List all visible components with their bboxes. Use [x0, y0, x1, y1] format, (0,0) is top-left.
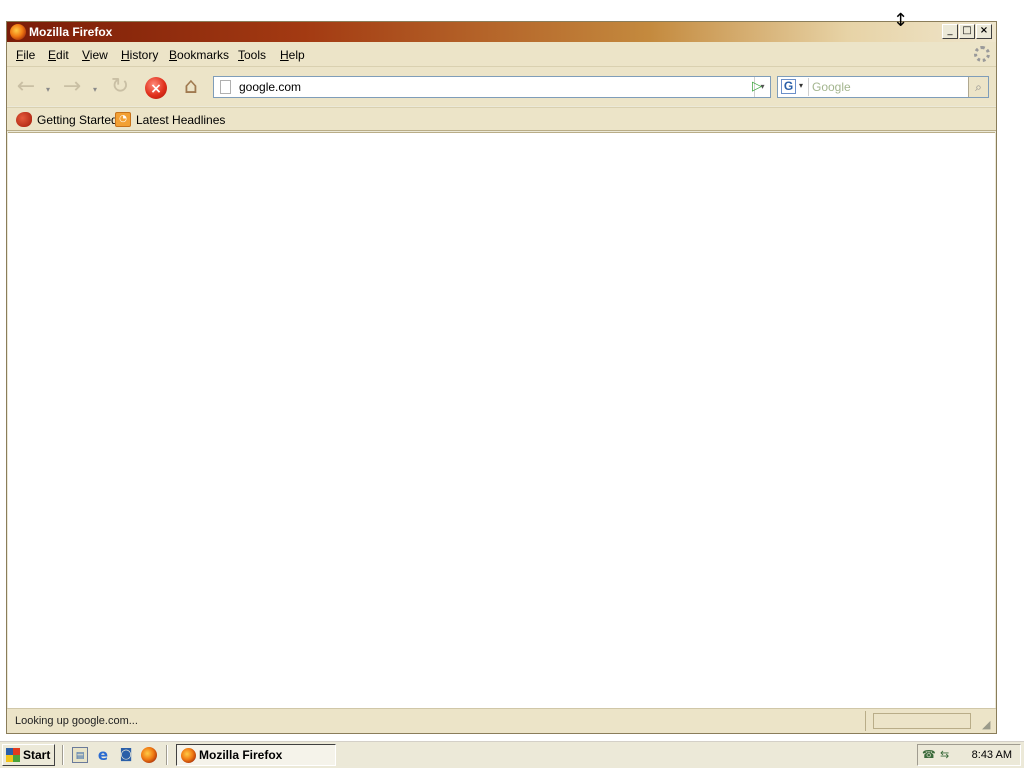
menu-tools[interactable]: Tools: [238, 48, 266, 62]
status-bar: Looking up google.com... ◢: [7, 708, 996, 733]
start-label: Start: [23, 748, 51, 762]
status-divider: [865, 711, 866, 731]
bookmarks-toolbar: Getting Started ◔ Latest Headlines: [7, 107, 996, 131]
show-desktop-icon[interactable]: ▤: [72, 747, 88, 763]
page-content-area[interactable]: [8, 132, 995, 708]
menu-bookmarks[interactable]: Bookmarks: [169, 48, 229, 62]
progress-panel: [873, 713, 971, 729]
home-button[interactable]: ⌂: [179, 75, 203, 99]
forward-button[interactable]: →: [60, 75, 84, 99]
menu-view[interactable]: View: [82, 48, 108, 62]
search-engine-selector[interactable]: G ▾: [779, 78, 809, 96]
chevron-down-icon: ▾: [799, 81, 804, 90]
taskbar: Start ▤ e ◙ Mozilla Firefox ☎ ⇆ 8:43 AM: [0, 740, 1024, 768]
getting-started-icon: [16, 112, 32, 128]
stop-button[interactable]: ×: [145, 77, 167, 99]
title-bar[interactable]: Mozilla Firefox _ □ ×: [7, 22, 996, 42]
menu-history[interactable]: History: [121, 48, 158, 62]
close-button[interactable]: ×: [976, 24, 992, 39]
firefox-quicklaunch-icon[interactable]: [141, 747, 157, 763]
media-player-icon[interactable]: ◙: [118, 747, 134, 763]
url-input[interactable]: google.com: [239, 80, 301, 94]
bookmark-getting-started[interactable]: Getting Started: [16, 112, 118, 128]
network-activity-icon[interactable]: ⇆: [940, 748, 956, 762]
menu-edit[interactable]: Edit: [48, 48, 69, 62]
bookmark-label: Latest Headlines: [136, 112, 226, 127]
quicklaunch-divider: [62, 745, 64, 765]
menu-bar: File Edit View History Bookmarks Tools H…: [7, 42, 996, 66]
windows-logo-icon: [6, 748, 20, 762]
firefox-window: Mozilla Firefox _ □ × File Edit View His…: [6, 21, 997, 734]
network-icon[interactable]: ☎: [922, 748, 938, 762]
desktop: Mozilla Firefox _ □ × File Edit View His…: [0, 0, 1024, 768]
firefox-icon[interactable]: [10, 24, 26, 40]
search-bar[interactable]: G ▾ Google ⌕: [777, 76, 989, 98]
taskbar-button-label: Mozilla Firefox: [199, 748, 283, 762]
throbber-icon: [974, 46, 990, 62]
url-bar[interactable]: google.com ▾: [213, 76, 771, 98]
start-button[interactable]: Start: [2, 744, 55, 766]
quicklaunch-divider: [166, 745, 168, 765]
back-button[interactable]: ←: [14, 75, 38, 99]
maximize-button[interactable]: □: [959, 24, 975, 39]
back-dropdown-icon[interactable]: ▾: [46, 85, 54, 94]
firefox-icon: [181, 748, 196, 763]
search-input[interactable]: Google: [812, 80, 851, 94]
bookmark-latest-headlines[interactable]: ◔ Latest Headlines: [115, 112, 225, 128]
menu-file[interactable]: File: [16, 48, 35, 62]
system-tray: ☎ ⇆ 8:43 AM: [917, 744, 1021, 766]
forward-dropdown-icon[interactable]: ▾: [93, 85, 101, 94]
internet-explorer-icon[interactable]: e: [95, 747, 111, 763]
reload-button[interactable]: ↻: [108, 75, 132, 99]
page-icon: [220, 80, 231, 94]
rss-icon: ◔: [115, 112, 131, 128]
minimize-button[interactable]: _: [942, 24, 958, 39]
clock[interactable]: 8:43 AM: [972, 749, 1012, 761]
go-button[interactable]: ▷: [747, 77, 767, 97]
resize-grip-icon[interactable]: ◢: [982, 719, 994, 731]
search-icon[interactable]: ⌕: [968, 77, 988, 97]
taskbar-button-firefox[interactable]: Mozilla Firefox: [176, 744, 336, 766]
menu-help[interactable]: Help: [280, 48, 305, 62]
bookmark-label: Getting Started: [37, 112, 118, 127]
google-icon: G: [781, 79, 796, 94]
window-title: Mozilla Firefox: [29, 25, 113, 39]
status-text: Looking up google.com...: [15, 715, 138, 727]
navigation-toolbar: ← ▾ → ▾ ↻ × ⌂ google.com ▾ ▷ G ▾ Google …: [7, 66, 996, 106]
resize-cursor-icon: ↕: [893, 10, 909, 31]
